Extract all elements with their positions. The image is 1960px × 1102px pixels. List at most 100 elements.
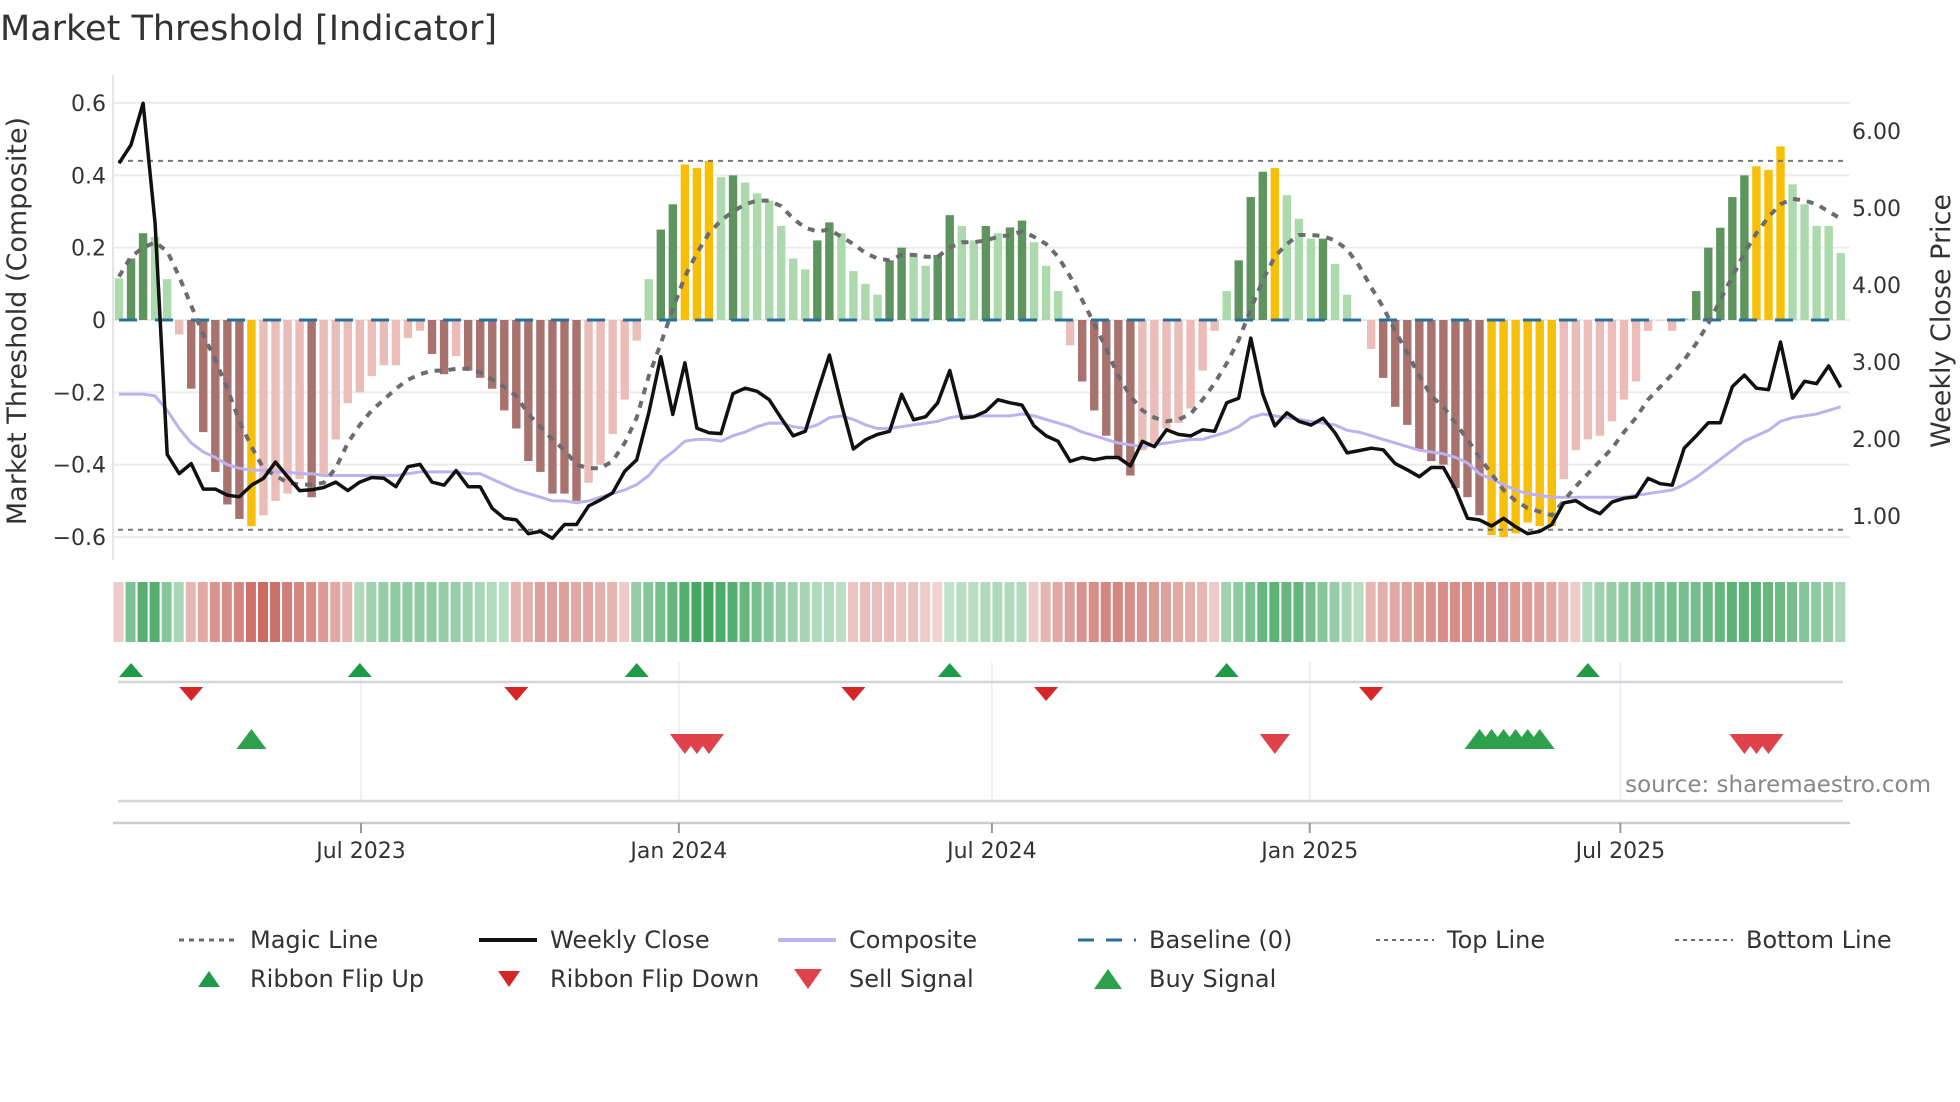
ribbon-cell	[1124, 582, 1135, 642]
y-tick-left-label: −0.4	[53, 454, 106, 479]
threshold-bar	[1210, 320, 1219, 331]
ribbon-cell	[366, 582, 377, 642]
threshold-bar	[126, 258, 136, 320]
axes: 0.6 0.4 0.2 0 −0.2 −0.4 −0.6 6.00 5.00 4.00 3.00 2.…	[53, 75, 1901, 864]
threshold-bar	[1487, 320, 1496, 536]
ribbon-cell	[631, 582, 642, 642]
ribbon-cell	[1594, 582, 1605, 642]
ribbon-cell	[872, 582, 883, 642]
legend-item: Composite	[778, 926, 977, 954]
ribbon-cell	[1799, 582, 1810, 642]
ribbon-cell	[1630, 582, 1641, 642]
ribbon-cell	[1052, 582, 1063, 642]
threshold-bar	[379, 320, 389, 366]
signal-markers	[118, 663, 1843, 803]
ribbon-cell	[583, 582, 594, 642]
chart-title: Market Threshold [Indicator]	[0, 9, 497, 49]
ribbon-cell	[1654, 582, 1665, 642]
ribbon-flip-down-marker	[1034, 687, 1059, 701]
threshold-bar	[1174, 320, 1183, 424]
ribbon-cell	[1835, 582, 1846, 642]
ribbon-cell	[522, 582, 533, 642]
threshold-bar	[1078, 320, 1087, 382]
ribbon-cell	[763, 582, 774, 642]
x-tick-label: Jul 2024	[945, 839, 1037, 864]
legend-label: Composite	[849, 926, 977, 954]
legend-label: Ribbon Flip Up	[250, 965, 424, 993]
threshold-bar	[981, 225, 991, 320]
ribbon-cell	[294, 582, 305, 642]
threshold-bar	[1619, 320, 1629, 400]
ribbon-cell	[1775, 582, 1786, 642]
threshold-bar	[1583, 320, 1593, 440]
threshold-bar	[644, 279, 653, 320]
threshold-bar	[620, 320, 629, 400]
y-tick-right-label: 3.00	[1852, 351, 1901, 376]
ribbon-cell	[209, 582, 220, 642]
threshold-bar	[114, 278, 124, 320]
threshold-bar	[211, 320, 220, 472]
ribbon-cell	[1136, 582, 1147, 642]
threshold-bar	[945, 215, 954, 320]
ribbon-cell	[1269, 582, 1280, 642]
ribbon-cell	[414, 582, 425, 642]
legend-item: Bottom Line	[1675, 926, 1892, 954]
ribbon-cell	[221, 582, 232, 642]
ribbon-cell	[823, 582, 834, 642]
ribbon-cell	[125, 582, 136, 642]
ribbon-cell	[1112, 582, 1123, 642]
ribbon-cell	[751, 582, 762, 642]
threshold-bar	[668, 204, 678, 320]
ribbon-cell	[257, 582, 268, 642]
legend-item: Weekly Close	[479, 926, 710, 954]
ribbon-cell	[1498, 582, 1509, 642]
legend-marker-icon	[198, 971, 220, 987]
threshold-bar	[608, 320, 617, 434]
threshold-bar	[536, 320, 545, 472]
magic-line	[117, 196, 1842, 518]
ribbon-cell	[1365, 582, 1376, 642]
threshold-bar	[367, 320, 377, 377]
threshold-bar	[500, 320, 509, 411]
threshold-bar	[1150, 320, 1159, 443]
gridlines	[113, 101, 1850, 800]
ribbon-cell	[1004, 582, 1015, 642]
ribbon-cell	[1474, 582, 1485, 642]
threshold-bar	[1198, 320, 1207, 371]
threshold-bar	[728, 175, 738, 320]
threshold-bar	[319, 320, 328, 476]
threshold-bar	[524, 320, 533, 462]
ribbon-cell	[1461, 582, 1472, 642]
threshold-bar	[451, 320, 461, 357]
ribbon-cell	[1401, 582, 1412, 642]
legend-item: Buy Signal	[1094, 965, 1276, 993]
legend-marker-icon	[794, 969, 822, 989]
y-tick-left-label: 0	[92, 309, 106, 334]
threshold-bar	[259, 320, 268, 516]
legend-marker-icon	[498, 971, 520, 987]
threshold-bar	[343, 320, 352, 404]
ribbon-cell	[1618, 582, 1629, 642]
ribbon-cell	[992, 582, 1003, 642]
threshold-bar	[1607, 320, 1617, 422]
ribbon-cell	[1173, 582, 1184, 642]
ribbon-cell	[643, 582, 654, 642]
legend-item: Top Line	[1376, 926, 1545, 954]
threshold-bar	[187, 320, 196, 389]
ribbon-cell	[1281, 582, 1292, 642]
ribbon-cell	[1233, 582, 1244, 642]
ribbon-cell	[703, 582, 714, 642]
threshold-bar	[1330, 263, 1340, 320]
ribbon-cell	[113, 582, 124, 642]
threshold-bar	[1222, 291, 1231, 320]
threshold-bar	[295, 320, 304, 480]
ribbon-cell	[1245, 582, 1256, 642]
buy-signal-marker	[236, 729, 267, 749]
sell-signal-marker	[1259, 734, 1290, 754]
legend: Magic Line Weekly Close Composite Baseline …	[179, 926, 1892, 993]
threshold-bar	[162, 279, 172, 320]
threshold-bar	[307, 320, 316, 498]
threshold-bar	[247, 320, 256, 527]
y-tick-right-label: 6.00	[1852, 120, 1901, 145]
threshold-bar	[415, 320, 425, 331]
